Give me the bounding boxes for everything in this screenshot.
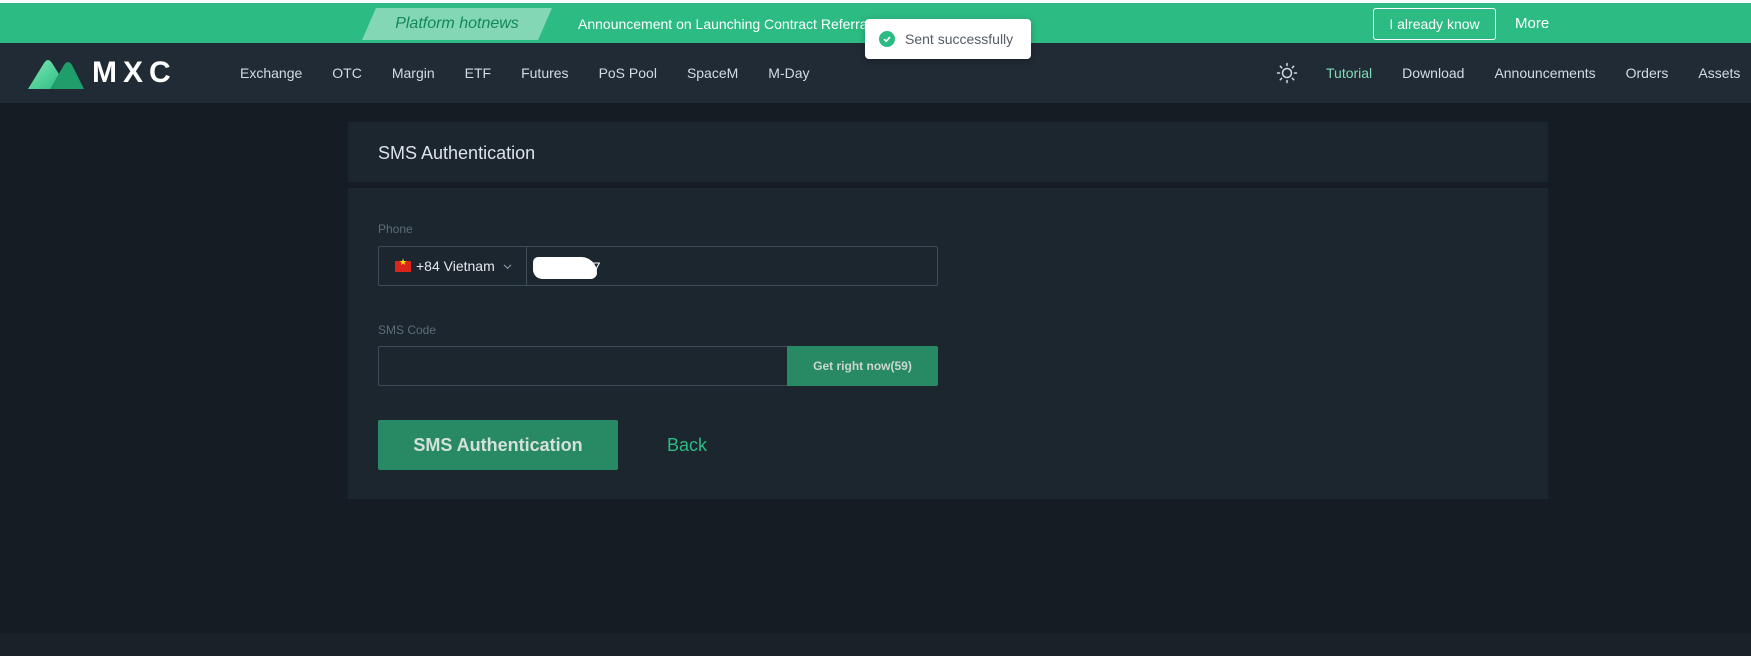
sun-icon[interactable] [1276, 62, 1298, 84]
country-code-value: +84 Vietnam [416, 258, 495, 274]
brand-name: MXC [92, 56, 177, 89]
nav-margin[interactable]: Margin [392, 65, 435, 81]
dismiss-button[interactable]: I already know [1373, 8, 1496, 40]
nav-otc[interactable]: OTC [332, 65, 362, 81]
hotnews-tag: Platform hotnews [362, 8, 552, 40]
phone-field: +84 Vietnam 67 [378, 246, 938, 286]
sms-auth-submit-button[interactable]: SMS Authentication [378, 420, 618, 470]
phone-input[interactable]: 67 [527, 247, 937, 285]
announcement-link[interactable]: Announcement on Launching Contract Refer… [578, 3, 868, 43]
nav-futures[interactable]: Futures [521, 65, 568, 81]
vietnam-flag-icon [395, 258, 411, 272]
sms-auth-form: Phone +84 Vietnam 67 SMS Code Get right … [348, 188, 1548, 499]
check-circle-icon [879, 31, 895, 47]
phone-value: 67 [585, 259, 601, 275]
nav-announcements[interactable]: Announcements [1494, 65, 1595, 81]
nav-download[interactable]: Download [1402, 65, 1464, 81]
more-link[interactable]: More [1515, 3, 1549, 43]
get-code-button[interactable]: Get right now(59) [787, 346, 938, 386]
nav-primary: Exchange OTC Margin ETF Futures PoS Pool… [240, 43, 810, 103]
phone-label: Phone [378, 222, 413, 236]
nav-secondary: Tutorial Download Announcements Orders A… [1326, 43, 1740, 103]
nav-spacem[interactable]: SpaceM [687, 65, 738, 81]
logo[interactable]: MXC [28, 57, 177, 89]
card-header: SMS Authentication [348, 122, 1548, 182]
nav-orders[interactable]: Orders [1626, 65, 1669, 81]
nav-m-day[interactable]: M-Day [768, 65, 809, 81]
nav-exchange[interactable]: Exchange [240, 65, 302, 81]
back-link[interactable]: Back [667, 420, 707, 470]
nav-assets[interactable]: Assets [1698, 65, 1740, 81]
chevron-down-icon [503, 263, 512, 269]
nav-pos-pool[interactable]: PoS Pool [599, 65, 657, 81]
country-code-select[interactable]: +84 Vietnam [379, 247, 527, 285]
nav-etf[interactable]: ETF [465, 65, 491, 81]
toast-message: Sent successfully [905, 31, 1014, 47]
sms-code-input[interactable] [378, 346, 787, 386]
page-title: SMS Authentication [378, 143, 536, 163]
sms-code-field: Get right now(59) [378, 346, 938, 386]
success-toast: Sent successfully [865, 19, 1031, 59]
footer-strip [0, 634, 1751, 656]
sms-code-label: SMS Code [378, 323, 437, 337]
mxc-logo-icon [28, 60, 84, 89]
nav-tutorial[interactable]: Tutorial [1326, 65, 1372, 81]
